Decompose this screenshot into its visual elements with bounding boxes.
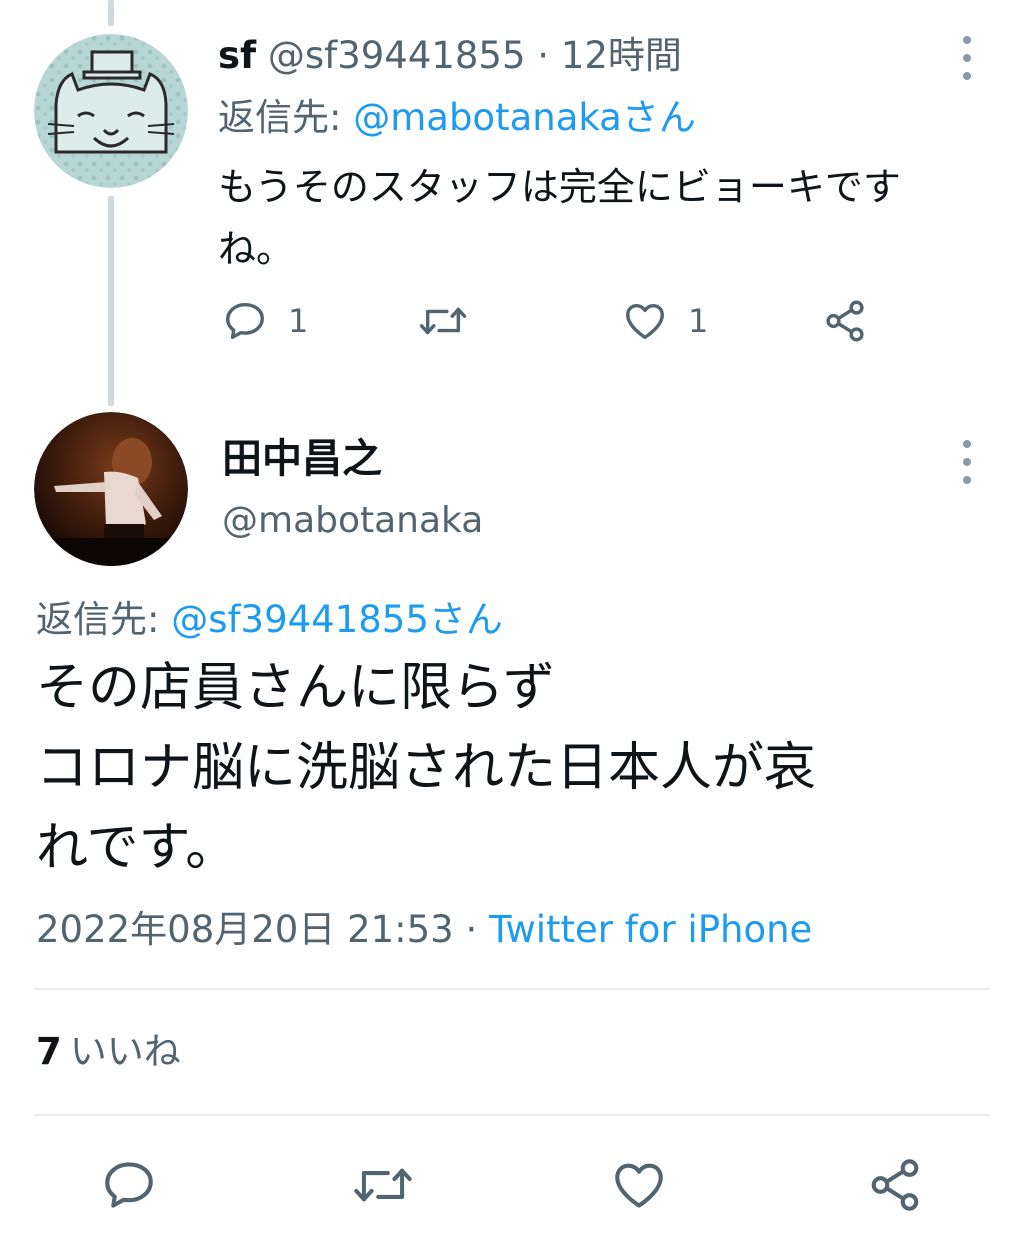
main-like-button[interactable] (610, 1156, 668, 1214)
main-reply-button[interactable] (100, 1156, 158, 1214)
likes-count: 7 (36, 1030, 62, 1073)
timestamp-date[interactable]: 2022年08月20日 21:53 (36, 908, 454, 951)
main-text-line: その店員さんに限らず (36, 658, 555, 718)
reply-more-button[interactable] (960, 36, 974, 80)
main-author-name[interactable]: 田中昌之 (222, 432, 382, 486)
likes-label: いいね (69, 1030, 181, 1073)
more-vertical-icon (963, 440, 971, 448)
likes-stat[interactable]: 7 いいね (36, 1028, 181, 1076)
thread-connector-top (108, 0, 114, 26)
reply-text-line: ね。 (218, 227, 295, 271)
reply-count: 1 (288, 302, 309, 340)
reply-like-button[interactable]: 1 (622, 298, 708, 344)
reply-time[interactable]: 12時間 (561, 34, 682, 77)
reply-retweet-button[interactable] (418, 298, 468, 344)
more-vertical-icon (963, 36, 971, 44)
retweet-icon (354, 1168, 412, 1202)
thread-connector (108, 196, 114, 406)
reply-share-button[interactable] (822, 298, 868, 344)
main-retweet-button[interactable] (352, 1156, 414, 1214)
heart-icon (615, 1163, 663, 1208)
replying-to-mention[interactable]: @sf39441855さん (171, 598, 503, 641)
tweet-source-link[interactable]: Twitter for iPhone (489, 908, 812, 951)
main-share-button[interactable] (866, 1156, 924, 1214)
tweet-timestamp: 2022年08月20日 21:53 · Twitter for iPhone (36, 906, 812, 954)
divider (34, 988, 990, 990)
main-avatar[interactable] (34, 412, 188, 566)
share-icon (871, 1159, 919, 1211)
main-text-line: コロナ脳に洗脳された日本人が哀 (36, 738, 817, 798)
divider (34, 1114, 990, 1116)
main-replying-to: 返信先: @sf39441855さん (36, 596, 503, 644)
speech-bubble-icon (226, 302, 264, 340)
main-text-line: れです。 (36, 818, 238, 878)
reply-replying-to: 返信先: @mabotanakaさん (218, 94, 696, 142)
retweet-icon (419, 307, 467, 335)
replying-to-label: 返信先: (218, 96, 342, 139)
separator-dot: · (537, 34, 550, 77)
replying-to-label: 返信先: (36, 598, 160, 641)
main-author-handle[interactable]: @mabotanaka (222, 496, 483, 546)
separator-dot: · (465, 908, 478, 951)
reply-author-handle[interactable]: @sf39441855 (268, 34, 526, 77)
reply-text-line: もうそのスタッフは完全にビョーキです (218, 165, 901, 209)
cat-with-hat-icon (34, 34, 188, 188)
main-more-button[interactable] (960, 440, 974, 484)
speech-bubble-icon (105, 1162, 153, 1208)
reply-text: もうそのスタッフは完全にビョーキです ね。 (218, 156, 998, 280)
main-tweet-text: その店員さんに限らず コロナ脳に洗脳された日本人が哀 れです。 (36, 648, 996, 888)
replying-to-mention[interactable]: @mabotanakaさん (353, 96, 696, 139)
performer-photo-icon (34, 412, 188, 566)
reply-reply-button[interactable]: 1 (222, 298, 308, 344)
reply-header: sf @sf39441855 · 12時間 (218, 32, 682, 80)
heart-icon (626, 303, 664, 340)
share-icon (826, 300, 864, 342)
like-count: 1 (688, 302, 709, 340)
reply-author-name[interactable]: sf (218, 34, 256, 77)
reply-avatar[interactable] (34, 34, 188, 188)
